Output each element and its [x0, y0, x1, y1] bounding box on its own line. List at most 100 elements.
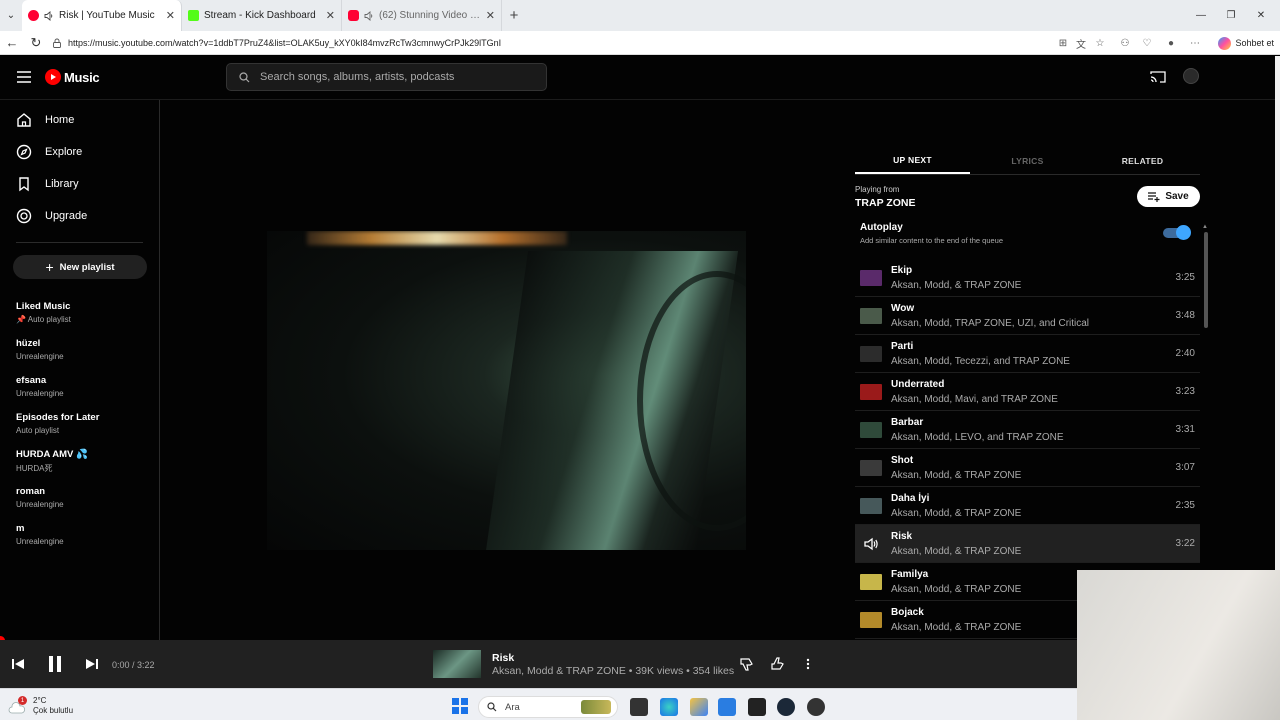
tab-audio-icon[interactable]	[364, 10, 374, 21]
like-icon[interactable]	[770, 656, 786, 672]
search-box[interactable]	[226, 63, 547, 91]
close-tab-icon[interactable]: ✕	[486, 9, 495, 22]
playlist-name: HURDA AMV 💦	[16, 449, 88, 460]
task-view-icon[interactable]	[630, 698, 648, 716]
store-icon[interactable]	[718, 698, 736, 716]
playlist-name: roman	[16, 486, 46, 497]
notification-badge: 1	[18, 696, 27, 705]
tab-audio-icon[interactable]	[44, 10, 54, 21]
queue-item-duration: 3:25	[1175, 272, 1195, 283]
home-icon	[17, 113, 31, 127]
playlist-item[interactable]: efsana Unrealengine	[0, 375, 159, 402]
queue-item[interactable]: Risk Aksan, Modd, & TRAP ZONE 3:22	[855, 525, 1200, 563]
scroll-up-arrow-icon[interactable]: ▲	[1202, 224, 1208, 230]
browser-tab-2[interactable]: (62) Stunning Video of B-1 La ✕	[342, 0, 502, 31]
queue-item[interactable]: Wow Aksan, Modd, TRAP ZONE, UZI, and Crit…	[855, 297, 1200, 335]
queue-item-title: Daha İyi	[891, 492, 930, 504]
browser-tab-bar: ⌄ Risk | YouTube Music ✕ Stream - Kick D…	[0, 0, 1280, 31]
dislike-icon[interactable]	[739, 656, 755, 672]
queue-item-title: Parti	[891, 340, 914, 352]
obs-icon[interactable]	[807, 698, 825, 716]
tab-actions-menu-icon[interactable]: ⌄	[0, 0, 22, 31]
windows-start-icon[interactable]	[452, 698, 470, 716]
close-tab-icon[interactable]: ✕	[166, 9, 175, 22]
extensions-icon[interactable]: ⚇	[1114, 31, 1136, 55]
youtube-music-logo[interactable]: Music	[45, 69, 100, 85]
close-window-button[interactable]: ✕	[1246, 0, 1276, 31]
now-playing-thumbnail[interactable]	[433, 650, 481, 678]
copilot-chat-button[interactable]: Sohbet et	[1218, 31, 1274, 55]
queue-item-duration: 3:22	[1175, 538, 1195, 549]
new-tab-button[interactable]: +	[502, 0, 526, 31]
queue-item-duration: 2:35	[1175, 500, 1195, 511]
tab-related[interactable]: RELATED	[1085, 147, 1200, 174]
file-explorer-icon[interactable]	[690, 698, 708, 716]
more-actions-icon[interactable]	[800, 656, 816, 672]
tab-up-next[interactable]: UP NEXT	[855, 147, 970, 174]
logo-text: Music	[64, 69, 100, 85]
playlist-item[interactable]: Episodes for Later Auto playlist	[0, 412, 159, 439]
new-playlist-button[interactable]: + New playlist	[13, 255, 147, 279]
pause-icon[interactable]	[45, 655, 65, 673]
copilot-icon	[1218, 36, 1232, 50]
queue-item[interactable]: Underrated Aksan, Modd, Mavi, and TRAP ZO…	[855, 373, 1200, 411]
taskbar-search[interactable]: Ara	[478, 696, 618, 718]
close-tab-icon[interactable]: ✕	[326, 9, 335, 22]
menu-icon[interactable]	[16, 70, 32, 84]
playlist-item[interactable]: HURDA AMV 💦 HURDA死	[0, 449, 159, 476]
video-player[interactable]	[267, 231, 746, 550]
maximize-button[interactable]: ❐	[1216, 0, 1246, 31]
queue-item[interactable]: Ekip Aksan, Modd, & TRAP ZONE 3:25	[855, 259, 1200, 297]
app-icon[interactable]	[748, 698, 766, 716]
autoplay-toggle[interactable]	[1163, 225, 1191, 240]
sidebar-item-home[interactable]: Home	[0, 104, 159, 136]
playlist-item[interactable]: m Unrealengine	[0, 523, 159, 550]
queue-item[interactable]: Barbar Aksan, Modd, LEVO, and TRAP ZONE 3:…	[855, 411, 1200, 449]
edge-browser-icon[interactable]	[660, 698, 678, 716]
tab-lyrics[interactable]: LYRICS	[970, 147, 1085, 174]
weather-widget[interactable]: 1 2°C Çok bulutlu	[8, 696, 73, 716]
cast-icon[interactable]	[1150, 70, 1166, 84]
next-track-icon[interactable]	[84, 656, 100, 672]
playlist-item[interactable]: Liked Music 📌 Auto playlist	[0, 301, 159, 328]
refresh-icon[interactable]: ↻	[24, 31, 48, 55]
playlist-owner: Unrealengine	[16, 352, 64, 361]
playlist-name: Episodes for Later	[16, 412, 100, 423]
search-input[interactable]	[260, 71, 530, 83]
playlist-item[interactable]: roman Unrealengine	[0, 486, 159, 513]
sidebar-item-upgrade[interactable]: Upgrade	[0, 200, 159, 232]
video-frame-light	[307, 231, 567, 245]
steam-icon[interactable]	[777, 698, 795, 716]
url-field[interactable]: https://music.youtube.com/watch?v=1ddbT7…	[52, 38, 501, 48]
sidebar: Home Explore Library Upgrade + New playl…	[0, 100, 160, 688]
site-info-icon[interactable]	[52, 38, 62, 48]
save-button[interactable]: Save	[1137, 186, 1200, 207]
sidebar-item-explore[interactable]: Explore	[0, 136, 159, 168]
account-avatar[interactable]	[1183, 68, 1199, 84]
toggle-knob	[1176, 225, 1191, 240]
now-playing-title[interactable]: Risk	[492, 652, 514, 664]
queue-item-thumbnail	[860, 307, 882, 324]
favorite-star-icon[interactable]: ☆	[1089, 31, 1111, 55]
playing-from-title[interactable]: TRAP ZONE	[855, 197, 915, 209]
queue-item-text: Risk Aksan, Modd, & TRAP ZONE	[891, 531, 1176, 557]
playlist-item[interactable]: hüzel Unrealengine	[0, 338, 159, 365]
back-arrow-icon[interactable]: ←	[0, 31, 24, 55]
sidebar-item-library[interactable]: Library	[0, 168, 159, 200]
collections-icon[interactable]: ♡	[1136, 31, 1158, 55]
queue-item[interactable]: Parti Aksan, Modd, Tecezzi, and TRAP ZONE…	[855, 335, 1200, 373]
queue-item-thumbnail	[860, 459, 882, 476]
previous-track-icon[interactable]	[10, 656, 26, 672]
queue-item[interactable]: Shot Aksan, Modd, & TRAP ZONE 3:07	[855, 449, 1200, 487]
queue-item[interactable]: Daha İyi Aksan, Modd, & TRAP ZONE 2:35	[855, 487, 1200, 525]
queue-scrollbar[interactable]	[1204, 232, 1208, 328]
profile-icon[interactable]: ●	[1160, 31, 1182, 55]
search-icon	[239, 71, 250, 82]
browser-tab-1[interactable]: Stream - Kick Dashboard ✕	[182, 0, 342, 31]
more-options-icon[interactable]: ⋯	[1184, 31, 1206, 55]
minimize-button[interactable]: —	[1186, 0, 1216, 31]
sidebar-item-label: Upgrade	[45, 210, 88, 222]
queue-item-title: Wow	[891, 302, 915, 314]
browser-tab-0[interactable]: Risk | YouTube Music ✕	[22, 0, 182, 31]
queue-item-text: Underrated Aksan, Modd, Mavi, and TRAP ZO…	[891, 379, 1176, 405]
